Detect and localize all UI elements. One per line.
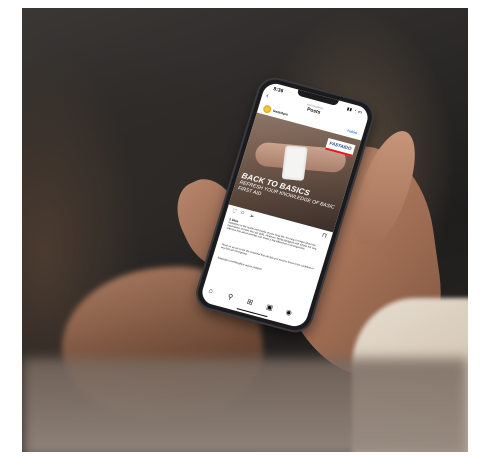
search-icon[interactable]: ⚲ [227,292,234,301]
add-post-icon[interactable]: ⊞ [246,298,254,307]
comment-icon[interactable]: ○ [240,210,245,217]
image-bandage [281,145,308,181]
share-icon[interactable]: ➢ [248,212,255,220]
heart-icon[interactable]: ♡ [231,208,238,216]
photo: 8:36 ▮▮ ◔ ▭ ‹ FIRSTAIDPRO Posts fastaidp… [22,8,468,452]
home-icon[interactable]: ⌂ [208,287,214,295]
reels-icon[interactable]: ▣ [265,303,274,312]
bookmark-icon[interactable]: ⊓ [321,232,328,240]
post-username[interactable]: fastaidpro [272,109,288,117]
profile-icon[interactable]: ◉ [285,308,293,317]
foreground-blur [22,358,468,452]
avatar[interactable] [262,104,273,115]
follow-button[interactable]: Follow [347,129,358,135]
